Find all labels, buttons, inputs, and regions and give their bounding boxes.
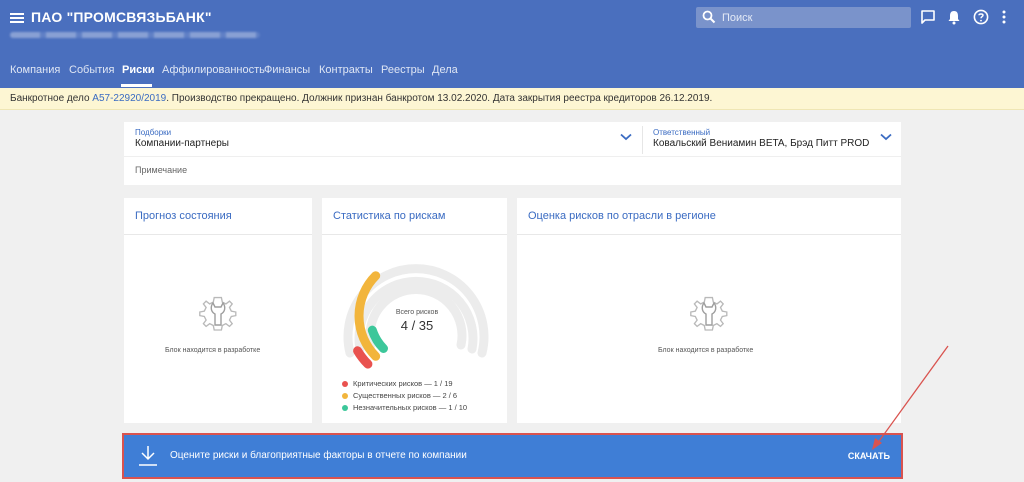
responsible-value: Ковальский Вениамин BETA, Брэд Питт PROD: [653, 138, 870, 149]
chat-icon[interactable]: [920, 9, 936, 25]
notice-prefix: Банкротное дело: [10, 93, 93, 104]
industry-risk-title: Оценка рисков по отрасли в регионе: [528, 210, 716, 222]
legend-item-critical: Критических рисков — 1 / 19: [342, 379, 467, 391]
company-details-blurred: [10, 32, 260, 38]
legend-dot: [342, 405, 348, 411]
panel-separator: [517, 234, 901, 235]
selection-value: Компании-партнеры: [135, 138, 229, 149]
notice-text: . Производство прекращено. Должник призн…: [166, 93, 713, 104]
download-icon: [139, 446, 157, 466]
responsible-label: Ответственный: [653, 128, 711, 137]
filter-card: Подборки Компании-партнеры Ответственный…: [124, 122, 901, 185]
chevron-down-icon: [880, 133, 892, 141]
risk-legend: Критических рисков — 1 / 19 Существенных…: [342, 379, 467, 415]
legend-item-major: Существенных рисков — 2 / 6: [342, 391, 467, 403]
legend-label: Критических рисков — 1 / 19: [353, 379, 453, 388]
gauge-arc-critical: [353, 346, 373, 369]
responsible-dropdown[interactable]: Ответственный Ковальский Вениамин BETA, …: [642, 122, 901, 156]
top-bar: ПАО "ПРОМСВЯЗЬБАНК" Компания События Рис…: [0, 0, 1024, 88]
risk-stats-title: Статистика по рискам: [333, 210, 446, 222]
gear-wrench-icon: [199, 296, 237, 331]
bell-icon[interactable]: [946, 9, 962, 25]
help-icon[interactable]: [973, 9, 989, 25]
in-development-text: Блок находится в разработке: [165, 347, 261, 354]
search-input[interactable]: [722, 7, 907, 28]
tab-cases[interactable]: Дела: [432, 64, 458, 76]
menu-icon[interactable]: [10, 11, 24, 25]
company-title: ПАО "ПРОМСВЯЗЬБАНК": [31, 9, 212, 25]
risk-gauge-chart: Всего рисков 4 / 35: [343, 264, 489, 369]
tab-events[interactable]: События: [69, 64, 114, 76]
selection-dropdown[interactable]: Подборки Компании-партнеры: [124, 122, 642, 156]
legend-dot: [342, 393, 348, 399]
more-vertical-icon[interactable]: [1000, 9, 1008, 25]
tab-company[interactable]: Компания: [10, 64, 60, 76]
active-tab-indicator: [121, 84, 152, 87]
gear-wrench-icon: [690, 296, 728, 331]
tab-registries[interactable]: Реестры: [381, 64, 425, 76]
industry-risk-panel: Оценка рисков по отрасли в регионе Блок …: [517, 198, 901, 423]
panel-separator: [322, 234, 507, 235]
search-box[interactable]: [696, 7, 911, 28]
search-icon: [702, 10, 716, 24]
legend-label: Незначительных рисков — 1 / 10: [353, 403, 468, 412]
banner-text: Оцените риски и благоприятные факторы в …: [170, 450, 467, 461]
legend-item-minor: Незначительных рисков — 1 / 10: [342, 403, 467, 415]
panel-separator: [124, 234, 312, 235]
selection-label: Подборки: [135, 128, 172, 137]
tab-finance[interactable]: Финансы: [264, 64, 310, 76]
filter-divider: [124, 156, 901, 157]
report-download-banner: Оцените риски и благоприятные факторы в …: [122, 433, 903, 479]
tab-contracts[interactable]: Контракты: [319, 64, 373, 76]
gauge-center-label: Всего рисков: [396, 309, 439, 316]
legend-label: Существенных рисков — 2 / 6: [353, 391, 458, 400]
forecast-title: Прогноз состояния: [135, 210, 232, 222]
in-development-text: Блок находится в разработке: [658, 347, 754, 354]
forecast-panel: Прогноз состояния Блок находится в разра…: [124, 198, 312, 423]
case-link[interactable]: А57-22920/2019: [92, 93, 166, 104]
note-field[interactable]: Примечание: [135, 165, 187, 175]
bankruptcy-notice: Банкротное дело А57-22920/2019. Производ…: [0, 88, 1024, 110]
section-tabs: Компания События Риски Аффилированность …: [0, 58, 1024, 88]
legend-dot: [342, 381, 348, 387]
tab-affiliation[interactable]: Аффилированность: [162, 64, 265, 76]
gauge-center-value: 4 / 35: [401, 318, 434, 333]
risk-stats-panel: Статистика по рискам Всего рисков 4 / 35…: [322, 198, 507, 423]
chevron-down-icon: [620, 133, 632, 141]
annotation-arrow: [872, 345, 949, 450]
tab-risks[interactable]: Риски: [122, 64, 154, 76]
